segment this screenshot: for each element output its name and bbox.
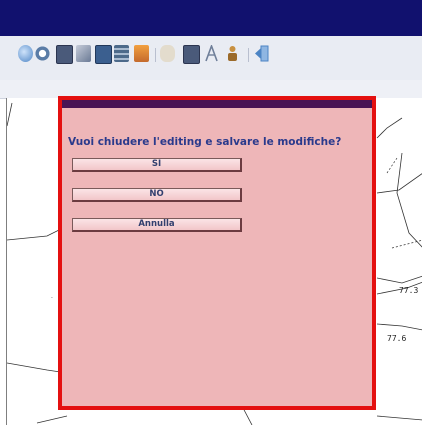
dialog-body: Vuoi chiudere l'editing e salvare le mod… — [62, 108, 372, 406]
measure-icon[interactable] — [205, 43, 218, 62]
user-icon[interactable] — [225, 45, 240, 62]
exit-icon[interactable] — [254, 45, 269, 62]
window-title-bar — [0, 0, 422, 36]
map-elevation-label: 77.6 — [387, 334, 407, 343]
toolbar-separator — [155, 48, 156, 62]
edit-feature-icon[interactable] — [95, 45, 112, 64]
yes-button[interactable]: SI — [72, 158, 242, 172]
svg-text:·: · — [51, 295, 53, 302]
toolbar — [0, 36, 422, 81]
cancel-button[interactable]: Annulla — [72, 218, 242, 232]
circle-icon[interactable] — [35, 45, 50, 62]
dialog-question: Vuoi chiudere l'editing e salvare le mod… — [68, 136, 342, 148]
layer-select-icon[interactable] — [76, 45, 91, 62]
confirm-dialog: Vuoi chiudere l'editing e salvare le mod… — [58, 96, 376, 410]
pencil-icon[interactable] — [183, 45, 200, 64]
table-icon[interactable] — [114, 45, 129, 62]
no-button[interactable]: NO — [72, 188, 242, 202]
edit-layer-icon[interactable] — [56, 45, 73, 64]
hand-icon[interactable] — [160, 45, 175, 62]
move-icon[interactable] — [134, 45, 149, 62]
toolbar-separator — [248, 48, 249, 62]
dialog-title-bar — [62, 100, 372, 108]
info-icon[interactable] — [18, 45, 33, 62]
map-elevation-label: 77.3 — [399, 286, 419, 295]
